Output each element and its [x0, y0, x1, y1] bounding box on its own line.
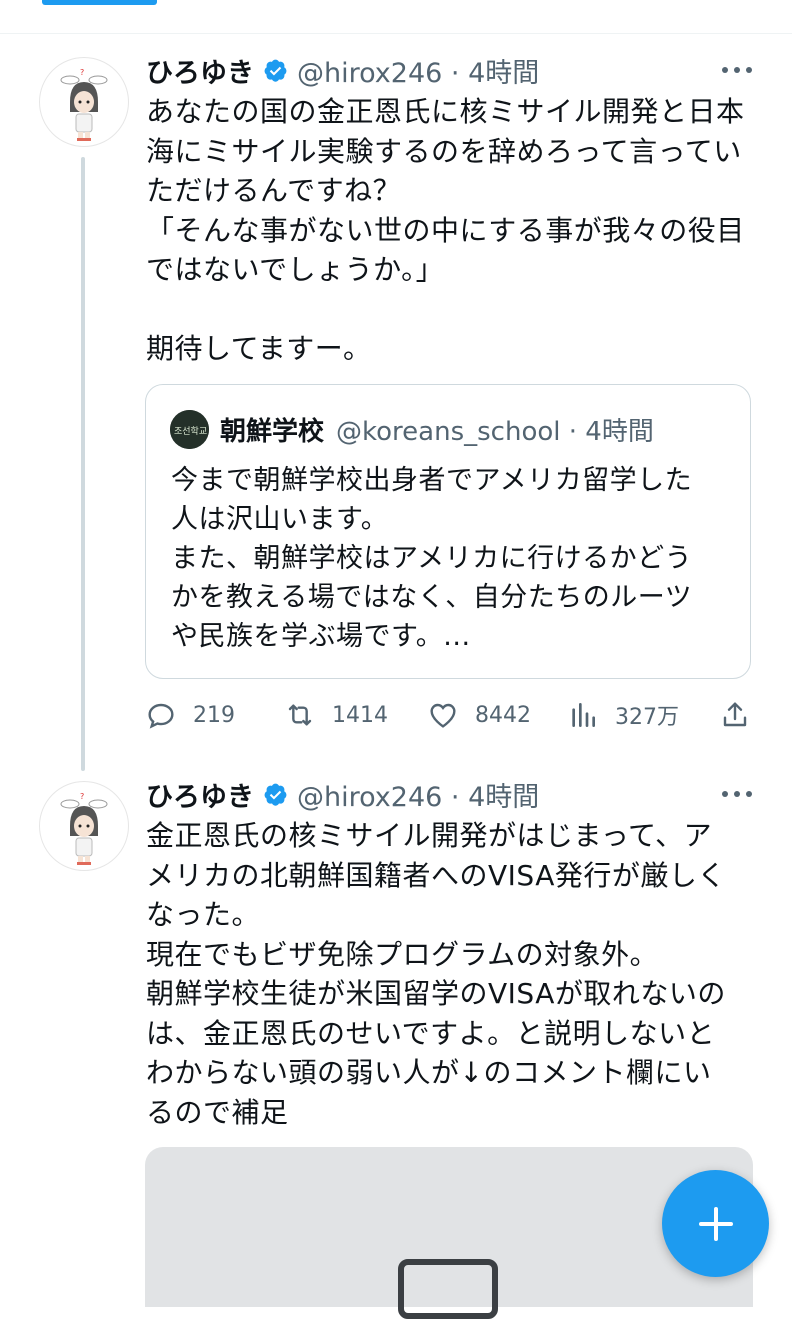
thread-connector-line: [81, 157, 85, 771]
more-icon[interactable]: [722, 784, 752, 804]
quoted-tweet[interactable]: 조선학교 朝鮮学校 @koreans_school · 4時間 今まで朝鮮学校出…: [145, 384, 751, 679]
avatar-illustration: ?: [60, 68, 108, 141]
tweet-header: ひろゆき @hirox246 · 4時間: [146, 774, 539, 814]
avatar-illustration: ?: [60, 792, 108, 865]
verified-badge-icon: [264, 783, 287, 806]
like-button[interactable]: 8442: [427, 695, 531, 735]
tweet-text: 金正恩氏の核ミサイル開発がはじまって、ア メリカの北朝鮮国籍者へのVISA発行が…: [146, 819, 726, 1129]
author-name[interactable]: ひろゆき: [146, 775, 254, 814]
share-button[interactable]: [719, 695, 751, 735]
tweet-actions: 219 1414 8442 327万: [145, 695, 755, 735]
active-tab-indicator: [42, 0, 157, 5]
more-icon[interactable]: [722, 60, 752, 80]
svg-text:?: ?: [80, 68, 84, 77]
svg-text:조선학교: 조선학교: [174, 426, 207, 437]
like-count: 8442: [475, 702, 531, 728]
verified-badge-icon: [264, 59, 287, 82]
quoted-avatar: 조선학교: [170, 410, 209, 449]
quoted-author-name: 朝鮮学校: [220, 416, 325, 447]
handle-time[interactable]: @hirox246 · 4時間: [297, 775, 539, 814]
divider: [0, 33, 792, 34]
views-count: 327万: [615, 705, 679, 730]
quoted-text: 今まで朝鮮学校出身者でアメリカ留学した 人は沢山います。 また、朝鮮学校はアメリ…: [171, 465, 693, 652]
views-icon: [572, 703, 595, 727]
author-name[interactable]: ひろゆき: [146, 51, 254, 90]
media-placeholder-icon: [398, 1259, 498, 1319]
reply-icon: [148, 703, 174, 729]
compose-button[interactable]: [662, 1170, 769, 1277]
avatar[interactable]: ?: [39, 57, 129, 147]
retweet-count: 1414: [332, 702, 388, 728]
quoted-handle-time: @koreans_school · 4時間: [336, 416, 654, 447]
avatar[interactable]: ?: [39, 781, 129, 871]
share-icon: [723, 702, 747, 727]
top-nav-bar: [0, 0, 792, 10]
tweet-header: ひろゆき @hirox246 · 4時間: [146, 50, 539, 90]
tweet-text: あなたの国の金正恩氏に核ミサイル開発と日本 海にミサイル実験するのを辞めろって言…: [146, 95, 745, 365]
svg-text:?: ?: [80, 792, 84, 801]
handle-time[interactable]: @hirox246 · 4時間: [297, 51, 539, 90]
retweet-icon: [288, 704, 312, 726]
like-icon: [430, 703, 456, 728]
reply-button[interactable]: 219: [145, 695, 235, 735]
reply-count: 219: [193, 702, 235, 728]
views-button[interactable]: 327万: [567, 695, 679, 735]
retweet-button[interactable]: 1414: [284, 695, 388, 735]
quoted-header: 朝鮮学校 @koreans_school · 4時間: [220, 409, 654, 449]
compose-plus-icon: [698, 1206, 733, 1241]
